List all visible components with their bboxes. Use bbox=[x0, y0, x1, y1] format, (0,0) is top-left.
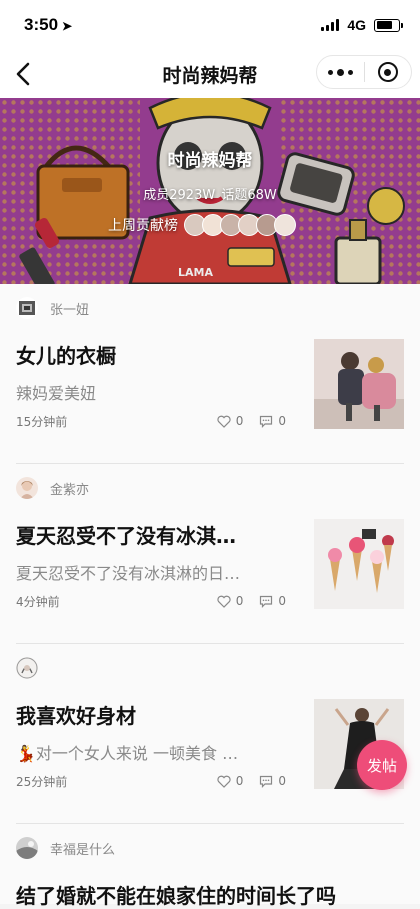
post-excerpt: 夏天忍受不了没有冰淇淋的日… bbox=[16, 564, 241, 583]
post-title: 结了婚就不能在娘家住的时间长了吗 bbox=[16, 884, 336, 908]
avatar bbox=[16, 657, 38, 679]
post-author[interactable]: 幸福是什么 bbox=[16, 836, 115, 860]
post-time: 25分钟前 bbox=[16, 774, 68, 789]
comment-button[interactable]: 0 bbox=[259, 594, 286, 608]
banner-stats: 成员2923W 话题68W bbox=[0, 184, 420, 203]
status-bar: 3:50 ➤ 4G bbox=[0, 0, 420, 50]
author-name: 张一妞 bbox=[50, 302, 90, 318]
status-time-text: 3:50 bbox=[24, 15, 59, 34]
post-time: 4分钟前 bbox=[16, 594, 60, 609]
author-name: 幸福是什么 bbox=[50, 842, 116, 858]
comment-count: 0 bbox=[278, 414, 286, 428]
avatar bbox=[16, 837, 38, 859]
comment-icon bbox=[260, 775, 273, 788]
contributor-label: 上周贡献榜 bbox=[108, 218, 178, 234]
miniprogram-capsule bbox=[316, 55, 412, 89]
avatar bbox=[16, 477, 38, 499]
heart-icon bbox=[217, 595, 231, 608]
avatar bbox=[16, 297, 38, 319]
comment-count: 0 bbox=[278, 774, 286, 788]
post-thumbnail[interactable] bbox=[314, 339, 404, 429]
like-count: 0 bbox=[235, 414, 244, 428]
post-card[interactable]: 张一妞 女儿的衣橱 辣妈爱美妞 15分钟前 0 0 bbox=[0, 284, 420, 464]
battery-icon bbox=[374, 18, 403, 32]
post-excerpt: 辣妈爱美妞 bbox=[16, 384, 97, 403]
post-card[interactable]: 我喜欢好身材 💃对一个女人来说 一顿美食 … 25分钟前 0 0 bbox=[0, 644, 420, 824]
nav-bar: 时尚辣妈帮 bbox=[0, 50, 420, 98]
contributor-leaderboard[interactable]: 上周贡献榜 bbox=[108, 214, 296, 236]
close-miniprogram-icon[interactable] bbox=[365, 62, 412, 82]
comment-icon bbox=[260, 595, 273, 608]
heart-icon bbox=[217, 415, 231, 428]
post-time: 15分钟前 bbox=[16, 414, 68, 429]
topic-count: 话题68W bbox=[221, 188, 277, 203]
like-button[interactable]: 0 bbox=[217, 774, 244, 788]
post-title: 夏天忍受不了没有冰淇… bbox=[16, 524, 236, 548]
signal-icon bbox=[321, 19, 340, 31]
page-title: 时尚辣妈帮 bbox=[162, 64, 258, 87]
like-button[interactable]: 0 bbox=[217, 414, 244, 428]
banner-title: 时尚辣妈帮 bbox=[167, 151, 253, 171]
post-card[interactable]: 金紫亦 夏天忍受不了没有冰淇… 夏天忍受不了没有冰淇淋的日… 4分钟前 0 0 bbox=[0, 464, 420, 644]
heart-icon bbox=[217, 775, 231, 788]
network-label: 4G bbox=[347, 17, 366, 33]
post-author[interactable]: 张一妞 bbox=[16, 296, 89, 320]
like-button[interactable]: 0 bbox=[217, 594, 244, 608]
back-arrow-icon[interactable] bbox=[10, 60, 38, 88]
status-time: 3:50 ➤ bbox=[24, 15, 72, 35]
post-author[interactable]: 金紫亦 bbox=[16, 476, 89, 500]
like-count: 0 bbox=[235, 774, 244, 788]
new-post-button[interactable]: 发帖 bbox=[357, 740, 407, 790]
like-count: 0 bbox=[235, 594, 244, 608]
post-title: 女儿的衣橱 bbox=[16, 344, 116, 368]
contributor-avatar bbox=[274, 214, 296, 236]
post-author[interactable] bbox=[16, 656, 50, 680]
post-title: 我喜欢好身材 bbox=[16, 704, 136, 728]
post-card[interactable]: 幸福是什么 结了婚就不能在娘家住的时间长了吗 bbox=[0, 824, 420, 908]
post-feed: 张一妞 女儿的衣橱 辣妈爱美妞 15分钟前 0 0 金紫亦 夏天忍受不了没有冰淇… bbox=[0, 284, 420, 908]
comment-icon bbox=[260, 415, 273, 428]
member-count: 成员2923W bbox=[143, 188, 216, 203]
location-arrow-icon: ➤ bbox=[62, 19, 73, 33]
author-name: 金紫亦 bbox=[50, 482, 90, 498]
more-icon[interactable] bbox=[317, 68, 364, 76]
group-banner: LAMA 时尚辣妈帮 成员2923W 话题68W 上周贡献榜 bbox=[0, 98, 420, 284]
comment-button[interactable]: 0 bbox=[259, 774, 286, 788]
comment-count: 0 bbox=[278, 594, 286, 608]
post-thumbnail[interactable] bbox=[314, 519, 404, 609]
post-excerpt: 💃对一个女人来说 一顿美食 … bbox=[16, 744, 239, 763]
comment-button[interactable]: 0 bbox=[259, 414, 286, 428]
